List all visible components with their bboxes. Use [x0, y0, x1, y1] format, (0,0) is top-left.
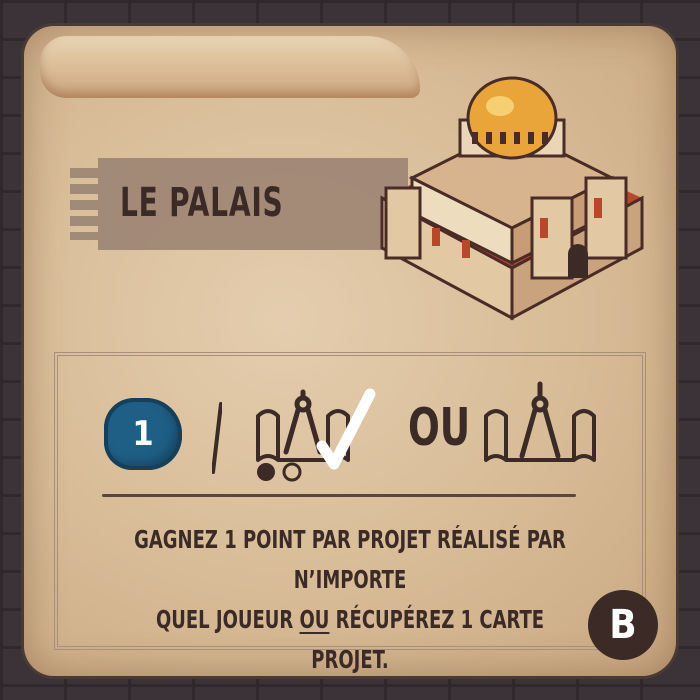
description-text: QUEL JOUEUR — [155, 605, 300, 634]
coin-token: 1 — [104, 398, 182, 470]
description-text-end: RÉCUPÉREZ 1 CARTE PROJET. — [311, 605, 545, 674]
description-or-underlined: OU — [299, 605, 330, 634]
or-label: OU — [408, 398, 471, 458]
card-title: LE PALAIS — [120, 180, 284, 226]
parchment-curl — [40, 36, 420, 98]
project-completed-icon — [256, 388, 376, 482]
project-card-icon — [484, 381, 596, 462]
compass-icon — [519, 381, 561, 459]
side-badge: B — [588, 590, 658, 660]
card-description: GAGNEZ 1 POINT PAR PROJET RÉALISÉ PAR N’… — [126, 520, 574, 680]
compass-icon — [283, 389, 323, 455]
palace-illustration — [380, 76, 644, 321]
token-value: 1 — [132, 414, 154, 454]
description-line-1: GAGNEZ 1 POINT PAR PROJET RÉALISÉ PAR N’… — [134, 525, 566, 594]
dot-empty-icon — [282, 462, 302, 482]
dot-filled-icon — [257, 463, 275, 481]
divider-line — [102, 494, 576, 497]
slash-divider — [212, 402, 222, 474]
description-line-2: QUEL JOUEUR OU RÉCUPÉREZ 1 CARTE PROJET. — [126, 600, 574, 680]
